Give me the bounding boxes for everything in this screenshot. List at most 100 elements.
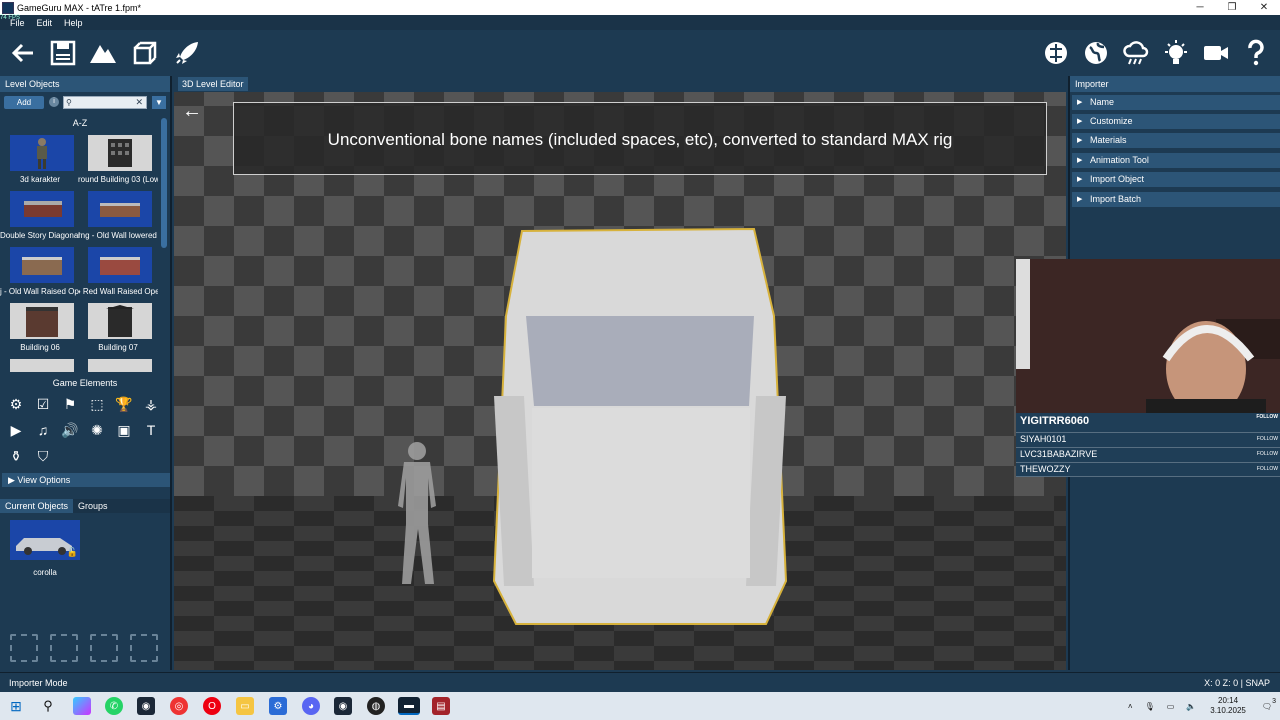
select-tool-icon[interactable] [10, 634, 38, 662]
object-item[interactable] [0, 356, 80, 372]
importer-section-materials[interactable]: Materials [1072, 133, 1280, 148]
notifications-icon[interactable]: 🗨 3 [1262, 698, 1276, 711]
follower-list: YIGITRR6060 FOLLOW SIYAH0101 FOLLOW LVC3… [1016, 413, 1280, 477]
globe-icon[interactable] [1081, 38, 1111, 68]
flag-icon[interactable]: ⚑ [60, 394, 80, 414]
cube-icon[interactable] [130, 38, 160, 68]
search-input[interactable] [76, 97, 134, 108]
shield-icon[interactable]: ⛉ [33, 446, 53, 466]
weather-icon[interactable] [1121, 38, 1151, 68]
steam-icon[interactable]: ◉ [137, 697, 155, 715]
view-options-toggle[interactable]: ▶ View Options [2, 473, 170, 487]
group-tool-icon[interactable] [50, 634, 78, 662]
marker-icon[interactable]: ⚙ [6, 394, 26, 414]
image-icon[interactable]: ▣ [114, 420, 134, 440]
object-item[interactable]: - Red Wall Raised Ope [78, 244, 158, 300]
volume-icon[interactable]: 🔈 [1186, 702, 1196, 711]
music-icon[interactable]: ♫ [33, 420, 53, 440]
microphone-icon[interactable]: 🎙 [1145, 702, 1155, 711]
search-box[interactable]: ⚲ ✕ [63, 96, 147, 109]
object-item[interactable]: round Building 03 (Low [78, 132, 158, 188]
importer-section-import-object[interactable]: Import Object [1072, 172, 1280, 187]
menu-edit[interactable]: Edit [37, 18, 53, 28]
follower-name: LVC31BABAZIRVE [1020, 449, 1098, 459]
notification-count: 3 [1272, 697, 1276, 705]
status-mode: Importer Mode [9, 678, 68, 688]
sort-label: A-Z [72, 118, 88, 128]
info-icon[interactable]: i [49, 97, 59, 107]
obs-icon[interactable]: ◍ [367, 697, 385, 715]
potion-icon[interactable]: ⚱ [6, 446, 26, 466]
importer-section-animation-tool[interactable]: Animation Tool [1072, 153, 1280, 168]
particle-icon[interactable]: ✺ [87, 420, 107, 440]
object-grid: 3d karakter round Building 03 (Low Doubl… [0, 132, 160, 372]
close-icon[interactable]: ✕ [1248, 0, 1280, 15]
settings-app-icon[interactable]: ⚙ [269, 697, 287, 715]
copilot-icon[interactable] [73, 697, 91, 715]
edit-tool-icon[interactable] [90, 634, 118, 662]
object-item[interactable]: Building 06 [0, 300, 80, 356]
follow-label: FOLLOW [1256, 436, 1278, 442]
terrain-icon[interactable] [88, 38, 118, 68]
object-label: j - Old Wall Raised Ope [0, 287, 80, 296]
windows-start-icon[interactable]: ⊞ [7, 697, 25, 715]
text-icon[interactable]: T [141, 420, 161, 440]
object-item[interactable]: rng - Old Wall lowered F [78, 188, 158, 244]
sound-icon[interactable]: 🔊 [60, 420, 80, 440]
importer-section-customize[interactable]: Customize [1072, 114, 1280, 129]
gameguru-taskbar-icon[interactable]: ▬ [398, 697, 420, 715]
network-icon[interactable]: ▭ [1167, 702, 1175, 711]
object-list-scrollbar[interactable] [161, 118, 167, 248]
opera-icon[interactable]: O [203, 697, 221, 715]
play-icon[interactable]: ▶ [6, 420, 26, 440]
trophy-icon[interactable]: 🏆 [114, 394, 134, 414]
tray-expand-icon[interactable]: ˄ [1128, 702, 1133, 711]
chrome-icon[interactable]: ◎ [170, 697, 188, 715]
current-object-item[interactable]: 🔓 corolla [10, 520, 80, 577]
search-icon[interactable]: ⚲ [39, 697, 57, 715]
object-item[interactable]: j - Old Wall Raised Ope [0, 244, 80, 300]
object-item[interactable] [78, 356, 158, 372]
file-explorer-icon[interactable]: ▭ [236, 697, 254, 715]
whatsapp-icon[interactable]: ✆ [105, 697, 123, 715]
save-group-icon[interactable] [130, 634, 158, 662]
importer-section-name[interactable]: Name [1072, 95, 1280, 110]
object-item[interactable]: 3d karakter [0, 132, 80, 188]
winrar-icon[interactable]: ▤ [432, 697, 450, 715]
filter-dropdown-icon[interactable]: ▼ [152, 96, 166, 109]
camera-icon[interactable] [1201, 38, 1231, 68]
tab-groups[interactable]: Groups [73, 499, 113, 513]
maximize-icon[interactable]: ❐ [1216, 0, 1248, 15]
checkbox-icon[interactable]: ☑ [33, 394, 53, 414]
app-window: GameGuru MAX - tATre 1.fpm* ─ ❐ ✕ File E… [0, 0, 1280, 720]
object-tabs: Current Objects Groups [0, 499, 170, 513]
object-item[interactable]: Double Story Diagonal [0, 188, 80, 244]
zone-icon[interactable]: ⬚ [87, 394, 107, 414]
clear-search-icon[interactable]: ✕ [135, 97, 143, 108]
object-item[interactable]: Building 07 [78, 300, 158, 356]
tab-current-objects[interactable]: Current Objects [0, 499, 74, 513]
fps-badge: 74 FPS [0, 15, 21, 21]
menu-help[interactable]: Help [64, 18, 83, 28]
window-title: GameGuru MAX - tATre 1.fpm* [17, 2, 142, 13]
help-icon[interactable] [1241, 38, 1271, 68]
lock-icon[interactable]: 🔓 [67, 547, 78, 558]
save-icon[interactable] [48, 38, 78, 68]
clock[interactable]: 20:14 3.10.2025 [1210, 696, 1246, 716]
importer-section-import-batch[interactable]: Import Batch [1072, 192, 1280, 207]
level-editor-viewport[interactable]: 3D Level Editor ← Unconventional bone na… [174, 76, 1066, 670]
lightbulb-icon[interactable] [1161, 38, 1191, 68]
steam-alt-icon[interactable]: ◉ [334, 697, 352, 715]
follower-row: THEWOZZY FOLLOW [1016, 464, 1280, 477]
brain-icon[interactable] [1041, 38, 1071, 68]
discord-icon[interactable]: ◕ [302, 697, 320, 715]
light-icon[interactable]: ⚶ [141, 394, 161, 414]
back-arrow-icon[interactable] [8, 38, 38, 68]
rocket-icon[interactable] [172, 38, 202, 68]
add-object-button[interactable]: Add [4, 96, 44, 109]
follower-row: SIYAH0101 FOLLOW [1016, 434, 1280, 448]
object-label: Double Story Diagonal [0, 231, 80, 240]
back-arrow-icon[interactable]: ← [182, 100, 202, 123]
search-icon: ⚲ [66, 98, 72, 107]
minimize-icon[interactable]: ─ [1184, 0, 1216, 15]
